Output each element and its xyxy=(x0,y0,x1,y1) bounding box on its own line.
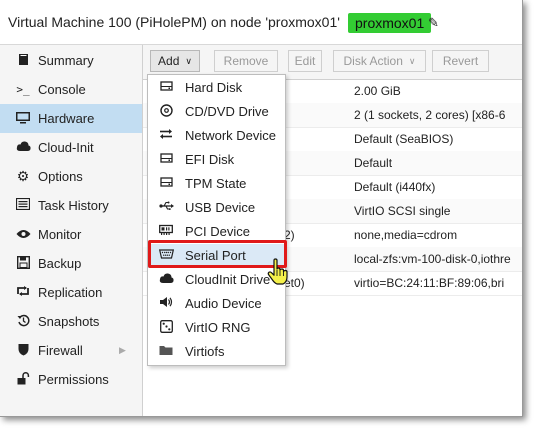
dice-icon xyxy=(157,320,175,336)
sidebar-item-permissions[interactable]: Permissions xyxy=(0,365,142,394)
sidebar-item-label: Cloud-Init xyxy=(38,140,94,155)
book-icon xyxy=(14,53,32,69)
hdd-icon xyxy=(157,152,175,167)
unlock-icon xyxy=(14,371,32,388)
sidebar-item-options[interactable]: ⚙ Options xyxy=(0,162,142,191)
proxmox-window: Virtual Machine 100 (PiHolePM) on node '… xyxy=(0,0,523,417)
node-badge: proxmox01 xyxy=(348,13,432,33)
sidebar-item-replication[interactable]: Replication xyxy=(0,278,142,307)
sidebar-item-label: Task History xyxy=(38,198,109,213)
menu-item-label: Audio Device xyxy=(185,296,262,311)
shield-icon xyxy=(14,343,32,359)
volume-icon xyxy=(157,296,175,311)
menu-item-label: USB Device xyxy=(185,200,256,215)
add-button-label: Add xyxy=(158,54,180,68)
menu-item-cloudinit-drive[interactable]: CloudInit Drive xyxy=(148,268,285,292)
sidebar-item-label: Snapshots xyxy=(38,314,100,329)
pci-card-icon xyxy=(157,224,175,239)
floppy-icon xyxy=(14,255,32,272)
history-icon xyxy=(14,314,32,330)
sidebar-item-console[interactable]: >_ Console xyxy=(0,75,142,104)
add-hardware-menu: Hard Disk CD/DVD Drive Network Device EF… xyxy=(147,74,286,366)
row-value: virtio=BC:24:11:BF:89:06,bri xyxy=(354,276,505,290)
add-button[interactable]: Add ∨ xyxy=(150,50,200,72)
eye-icon xyxy=(14,227,32,242)
menu-item-virtio-rng[interactable]: VirtIO RNG xyxy=(148,316,285,340)
window-title: Virtual Machine 100 (PiHolePM) on node '… xyxy=(8,14,340,30)
disk-action-button[interactable]: Disk Action ∨ xyxy=(333,50,426,72)
hdd-icon xyxy=(157,176,175,191)
sidebar-item-firewall[interactable]: Firewall ▶ xyxy=(0,336,142,365)
gear-icon: ⚙ xyxy=(16,168,30,184)
sidebar-item-label: Firewall xyxy=(38,343,83,358)
remove-button-label: Remove xyxy=(223,54,269,68)
menu-item-usb-device[interactable]: USB Device xyxy=(148,196,285,220)
sidebar-item-summary[interactable]: Summary xyxy=(0,46,142,75)
sidebar-item-monitor[interactable]: Monitor xyxy=(0,220,142,249)
sidebar-item-task-history[interactable]: Task History xyxy=(0,191,142,220)
row-value: VirtIO SCSI single xyxy=(354,204,451,218)
edit-button[interactable]: Edit xyxy=(288,50,322,72)
hdd-icon xyxy=(157,80,175,95)
menu-item-label: Virtiofs xyxy=(185,344,225,359)
menu-item-virtiofs[interactable]: Virtiofs xyxy=(148,340,285,364)
cloud-icon xyxy=(14,140,32,155)
row-value: Default xyxy=(354,156,393,170)
menu-item-label: PCI Device xyxy=(185,224,251,239)
sidebar-item-label: Console xyxy=(38,82,86,97)
menu-item-label: CloudInit Drive xyxy=(185,272,271,287)
row-value: 2.00 GiB xyxy=(354,84,401,98)
terminal-icon: >_ xyxy=(16,83,30,96)
disc-icon xyxy=(157,104,175,120)
menu-item-label: VirtIO RNG xyxy=(185,320,251,335)
chevron-down-icon: ∨ xyxy=(185,55,192,66)
menu-item-label: TPM State xyxy=(185,176,247,191)
menu-item-audio-device[interactable]: Audio Device xyxy=(148,292,285,316)
exchange-icon xyxy=(157,128,175,143)
sidebar-item-label: Permissions xyxy=(38,372,109,387)
folder-icon xyxy=(157,344,175,359)
menu-item-hard-disk[interactable]: Hard Disk xyxy=(148,76,285,100)
expand-caret-icon[interactable]: ▶ xyxy=(119,345,126,356)
sidebar-item-label: Monitor xyxy=(38,227,82,242)
sidebar-item-label: Hardware xyxy=(38,111,95,126)
title-bar: Virtual Machine 100 (PiHolePM) on node '… xyxy=(0,0,522,45)
row-value: none,media=cdrom xyxy=(354,228,458,242)
sidebar-item-hardware[interactable]: Hardware xyxy=(0,104,142,133)
sidebar-item-label: Replication xyxy=(38,285,103,300)
sidebar-item-snapshots[interactable]: Snapshots xyxy=(0,307,142,336)
sidebar-item-cloud-init[interactable]: Cloud-Init xyxy=(0,133,142,162)
retweet-icon xyxy=(14,285,32,300)
chevron-down-icon: ∨ xyxy=(408,55,416,66)
monitor-icon xyxy=(14,111,32,127)
edit-button-label: Edit xyxy=(294,54,316,68)
menu-item-tpm-state[interactable]: TPM State xyxy=(148,172,285,196)
row-value: Default (i440fx) xyxy=(354,180,436,194)
menu-item-cd-dvd-drive[interactable]: CD/DVD Drive xyxy=(148,100,285,124)
menu-item-label: CD/DVD Drive xyxy=(185,104,269,119)
row-value: local-zfs:vm-100-disk-0,iothre xyxy=(354,252,511,266)
remove-button[interactable]: Remove xyxy=(214,50,278,72)
revert-button-label: Revert xyxy=(442,54,479,68)
sidebar: Summary >_ Console Hardware Cloud-Init ⚙… xyxy=(0,45,143,416)
menu-item-network-device[interactable]: Network Device xyxy=(148,124,285,148)
sidebar-item-label: Summary xyxy=(38,53,94,68)
pencil-icon[interactable]: ✎ xyxy=(428,15,439,31)
menu-item-label: Hard Disk xyxy=(185,80,243,95)
hand-cursor-icon xyxy=(266,258,290,286)
menu-item-efi-disk[interactable]: EFI Disk xyxy=(148,148,285,172)
cloud-icon xyxy=(157,272,175,287)
menu-item-label: EFI Disk xyxy=(185,152,235,167)
row-value: 2 (1 sockets, 2 cores) [x86-6 xyxy=(354,108,506,122)
disk-action-button-label: Disk Action xyxy=(343,54,403,68)
sidebar-item-label: Backup xyxy=(38,256,82,271)
list-icon xyxy=(14,197,32,213)
sidebar-item-label: Options xyxy=(38,169,83,184)
revert-button[interactable]: Revert xyxy=(432,50,489,72)
menu-item-label: Network Device xyxy=(185,128,277,143)
sidebar-item-backup[interactable]: Backup xyxy=(0,249,142,278)
row-value: Default (SeaBIOS) xyxy=(354,132,454,146)
usb-icon xyxy=(157,200,175,215)
